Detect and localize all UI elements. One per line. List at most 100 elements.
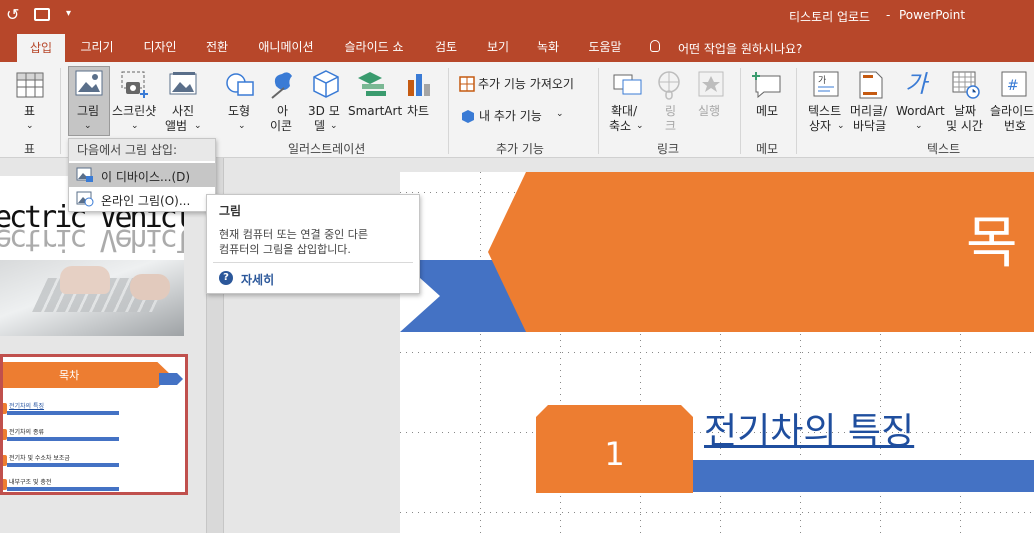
comment-icon: [752, 72, 781, 98]
tab-help[interactable]: 도움말: [583, 32, 627, 62]
slide-thumbnail-pane: ectric Vehicle ectric Vehicle 목차 전기차의 특징…: [0, 158, 206, 533]
text-box-icon: 가: [813, 71, 839, 97]
title-bar: ↺ ▾ 티스토리 업로드 - PowerPoint: [0, 0, 1034, 32]
online-pictures-icon: [76, 191, 94, 207]
header-footer-button[interactable]: 머리글/: [850, 104, 887, 119]
tab-slideshow[interactable]: 슬라이드 쇼: [340, 32, 408, 62]
wordart-icon: 가: [905, 70, 930, 98]
present-from-start-icon[interactable]: [34, 8, 50, 21]
tab-animations[interactable]: 애니메이션: [252, 32, 320, 62]
photo-album-label: 앨범: [165, 119, 188, 133]
tab-design[interactable]: 디자인: [136, 32, 184, 62]
text-box-button[interactable]: 텍스트: [808, 104, 841, 119]
svg-text:가: 가: [905, 70, 930, 98]
text-box-dropdown-icon[interactable]: ⌄: [837, 119, 845, 134]
header-footer-icon: [859, 71, 883, 99]
get-addins-button[interactable]: 추가 기능 가져오기: [478, 77, 574, 92]
date-time-label: 및 시간: [946, 119, 983, 133]
icons-label: 이콘: [270, 119, 293, 133]
comment-button[interactable]: 메모: [756, 104, 778, 119]
picture-dropdown-icon: ⌄: [84, 121, 92, 131]
text-box-label: 상자: [809, 119, 832, 133]
thumbnail-title-reflection: ectric Vehicle: [0, 222, 184, 257]
slide-canvas[interactable]: 목 1 전기차의 특징: [400, 172, 1034, 533]
tab-view[interactable]: 보기: [480, 32, 516, 62]
addins-group-label: 추가 기능: [496, 142, 544, 156]
document-title: 티스토리 업로드: [789, 10, 871, 24]
title-separator: -: [886, 8, 891, 22]
comments-group-label: 메모: [756, 142, 779, 156]
lightbulb-icon: [650, 40, 660, 52]
table-group-label: 표: [24, 142, 36, 156]
keyboard-photo: [0, 260, 184, 336]
photo-album-button[interactable]: 사진: [172, 104, 194, 119]
3d-model-icon: [313, 70, 339, 98]
3d-model-button[interactable]: 3D 모: [308, 104, 340, 119]
svg-text:가: 가: [818, 75, 826, 86]
tab-draw[interactable]: 그리기: [74, 32, 120, 62]
thumbnail-toc-item-3: 전기차 및 수소차 보조금: [3, 453, 123, 467]
photo-album-dropdown-icon[interactable]: ⌄: [194, 119, 202, 134]
3d-model-label: 델: [314, 119, 326, 133]
icons-button[interactable]: 아: [277, 104, 288, 119]
this-device-icon: [76, 167, 93, 182]
shapes-button[interactable]: 도형: [228, 104, 250, 119]
chart-icon: [408, 74, 430, 96]
wordart-dropdown-icon[interactable]: ⌄: [915, 119, 923, 134]
thumbnail-toc-item-1: 전기차의 특징: [3, 401, 123, 415]
zoom-button[interactable]: 확대/: [611, 104, 637, 119]
toc-item-link[interactable]: 전기차의 특징: [704, 410, 914, 454]
insert-picture-menu-header: 다음에서 그림 삽입:: [69, 139, 215, 161]
app-name: PowerPoint: [899, 8, 966, 22]
slide-thumbnail-2-selected[interactable]: 목차 전기차의 특징 전기차의 종류 전기차 및 수소차 보조금 내부구조 및 …: [0, 354, 188, 495]
store-icon: [459, 76, 475, 92]
zoom-dropdown-icon[interactable]: ⌄: [636, 119, 644, 134]
table-button[interactable]: 표: [24, 104, 35, 119]
refresh-icon[interactable]: ↺: [6, 6, 19, 24]
tooltip-help-link[interactable]: 자세히: [241, 271, 274, 288]
zoom-label: 축소: [609, 119, 632, 133]
tab-insert[interactable]: 삽입: [17, 34, 65, 62]
online-pictures-item[interactable]: 온라인 그림(O)...: [101, 192, 190, 209]
icons-icon: [271, 72, 292, 99]
shapes-dropdown-icon[interactable]: ⌄: [238, 119, 246, 134]
smartart-button[interactable]: SmartArt: [348, 104, 402, 119]
thumbnail-toc-title: 목차: [59, 369, 80, 382]
toc-item-bar: [693, 460, 1034, 492]
tab-review[interactable]: 검토: [428, 32, 464, 62]
qat-customize-dropdown[interactable]: ▾: [66, 8, 71, 19]
picture-tooltip: 그림 현재 컴퓨터 또는 연결 중인 다른 컴퓨터의 그림을 삽입합니다. ? …: [206, 194, 420, 294]
slide-number-label: 번호: [1004, 119, 1027, 133]
chart-button[interactable]: 차트: [407, 104, 429, 119]
3d-model-dropdown-icon[interactable]: ⌄: [330, 119, 338, 134]
zoom-icon: [613, 74, 642, 95]
date-time-icon: [952, 71, 980, 99]
links-group-label: 링크: [657, 142, 680, 156]
action-button[interactable]: 실행: [698, 104, 720, 119]
wordart-button[interactable]: WordArt: [896, 104, 945, 119]
my-addins-dropdown-icon[interactable]: ⌄: [556, 107, 564, 122]
photo-album-icon: [169, 72, 197, 95]
tab-record[interactable]: 녹화: [530, 32, 566, 62]
screenshot-dropdown-icon[interactable]: ⌄: [131, 119, 139, 134]
help-icon: ?: [219, 271, 233, 285]
tab-transitions[interactable]: 전환: [198, 32, 236, 62]
tooltip-body-line-2: 컴퓨터의 그림을 삽입합니다.: [219, 243, 351, 256]
thumbnail-toc-item-4: 내부구조 및 충전: [3, 477, 123, 491]
my-addins-button[interactable]: 내 추가 기능: [479, 109, 542, 124]
svg-text:#: #: [1007, 78, 1019, 94]
picture-label: 그림: [77, 104, 100, 118]
link-icon: [658, 71, 680, 100]
shapes-icon: [226, 73, 254, 96]
link-button[interactable]: 링: [665, 104, 676, 119]
tell-me-search[interactable]: 어떤 작업을 원하시나요?: [678, 40, 802, 57]
this-device-label: 이 디바이스...(D): [101, 170, 191, 184]
ribbon-tabs: 삽입 그리기 디자인 전환 애니메이션 슬라이드 쇼 검토 보기 녹화 도움말 …: [0, 32, 1034, 62]
illustrations-group-label: 일러스트레이션: [288, 142, 366, 156]
smartart-icon: [358, 72, 386, 96]
screenshot-button[interactable]: 스크린샷: [112, 104, 156, 119]
link-label: 크: [665, 119, 677, 133]
table-dropdown-icon[interactable]: ⌄: [26, 119, 34, 134]
slide-number-button[interactable]: 슬라이드: [990, 104, 1034, 119]
date-time-button[interactable]: 날짜: [954, 104, 976, 119]
